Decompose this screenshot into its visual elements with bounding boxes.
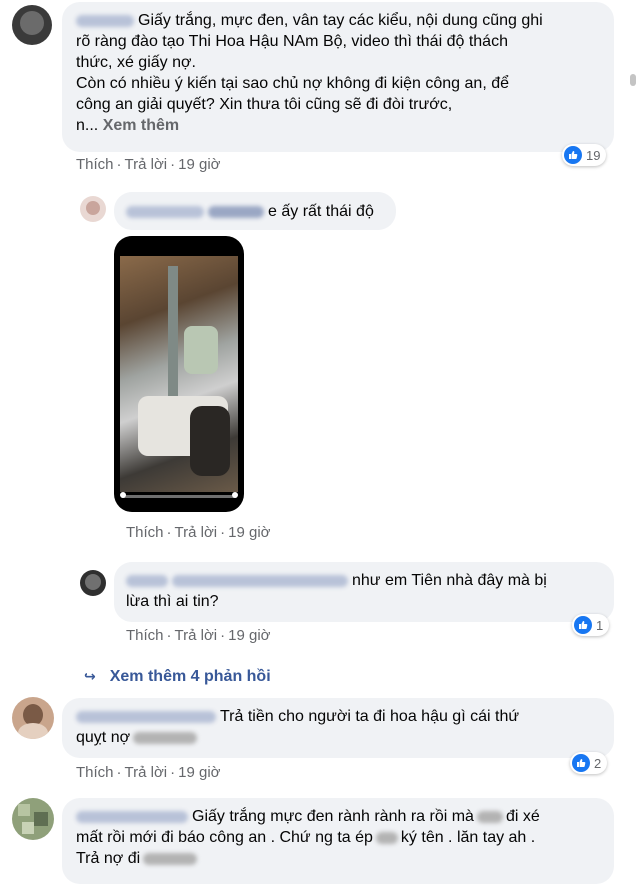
reply-button[interactable]: Trả lời [125, 156, 168, 173]
reply-bubble: như em Tiên nhà đây mà bị lừa thì ai tin… [114, 562, 614, 622]
like-icon [564, 146, 582, 164]
reply-line: như em Tiên nhà đây mà bị [352, 572, 547, 589]
comment-line: mất rồi mới đi báo công an . Chứ ng ta é… [76, 829, 373, 846]
comment-bubble: Giấy trắng mực đen rành rành ra rồi mà đi… [62, 798, 614, 884]
reply-arrow-icon: ↪ [84, 668, 96, 684]
comment-line: ký tên . lăn tay ah . [400, 829, 536, 846]
comment-line: Giấy trắng mực đen rành rành ra rồi mà [192, 808, 474, 825]
mentioned-name-redacted[interactable] [172, 574, 348, 587]
scrollbar[interactable] [630, 74, 636, 86]
fullscreen-icon[interactable] [232, 492, 238, 498]
reaction-count: 2 [594, 755, 602, 771]
video-attachment[interactable] [114, 236, 244, 512]
reply-button[interactable]: Trả lời [125, 764, 168, 781]
comment-line: đi xé [505, 808, 540, 825]
avatar[interactable] [12, 798, 54, 840]
redacted-text [476, 810, 503, 823]
reaction-count-badge[interactable]: 1 [572, 614, 610, 636]
comment-bubble: Trả tiền cho người ta đi hoa hậu gì cái … [62, 698, 614, 758]
video-progress-bar[interactable] [122, 495, 236, 498]
mentioned-name-redacted[interactable] [126, 205, 204, 218]
like-button[interactable]: Thích [126, 524, 164, 541]
avatar[interactable] [80, 196, 106, 222]
like-button[interactable]: Thích [76, 156, 114, 173]
comment-line: Trả tiền cho người ta đi hoa hậu gì cái … [220, 708, 520, 725]
comment-line: rõ ràng đào tạo Thi Hoa Hậu NAm Bộ, vide… [76, 33, 508, 50]
avatar[interactable] [80, 570, 106, 596]
author-name-redacted[interactable] [76, 14, 134, 27]
redacted-text [133, 731, 198, 744]
comment-line: Trả nợ đi [76, 850, 141, 867]
author-name-redacted[interactable] [76, 710, 216, 723]
view-more-replies-link[interactable]: ↪ Xem thêm 4 phản hồi [84, 668, 271, 686]
see-more-link[interactable]: Xem thêm [103, 117, 179, 134]
comment-line: công an giải quyết? Xin thưa tôi cũng sẽ… [76, 96, 453, 113]
avatar[interactable] [12, 697, 54, 739]
reply-actions: Thích · Trả lời · 19 giờ [126, 627, 271, 644]
comment-line: quỵt nợ [76, 729, 131, 746]
comment-actions: Thích · Trả lời · 19 giờ [76, 764, 221, 781]
reaction-count: 1 [596, 617, 604, 633]
comment-line: Còn có nhiều ý kiến tại sao chủ nợ không… [76, 75, 509, 92]
like-button[interactable]: Thích [126, 627, 164, 644]
reply-text: e ấy rất thái độ [268, 203, 374, 220]
comment-actions: Thích · Trả lời · 19 giờ [76, 156, 221, 173]
reaction-count: 19 [586, 147, 601, 163]
reply-line: lừa thì ai tin? [126, 593, 219, 610]
like-icon [572, 754, 590, 772]
redacted-text [375, 831, 398, 844]
timestamp[interactable]: 19 giờ [178, 764, 220, 781]
video-frame [120, 256, 238, 492]
comment-truncated-text: n... [76, 117, 99, 134]
redacted-text [143, 852, 198, 865]
reaction-count-badge[interactable]: 19 [562, 144, 607, 166]
author-name-redacted[interactable] [76, 810, 188, 823]
comment-line: thức, xé giấy nợ. [76, 54, 196, 71]
avatar[interactable] [12, 5, 52, 45]
timestamp[interactable]: 19 giờ [228, 627, 270, 644]
comment-line: Giấy trắng, mực đen, vân tay các kiểu, n… [138, 12, 543, 29]
view-more-replies-label: Xem thêm 4 phản hồi [109, 668, 271, 685]
reaction-count-badge[interactable]: 2 [570, 752, 608, 774]
like-icon [574, 616, 592, 634]
comment-bubble: Giấy trắng, mực đen, vân tay các kiểu, n… [62, 2, 614, 152]
timestamp[interactable]: 19 giờ [228, 524, 270, 541]
reply-actions: Thích · Trả lời · 19 giờ [126, 524, 271, 541]
reply-bubble: e ấy rất thái độ [114, 192, 396, 230]
author-name-redacted[interactable] [126, 574, 168, 587]
timestamp[interactable]: 19 giờ [178, 156, 220, 173]
reply-button[interactable]: Trả lời [175, 524, 218, 541]
reply-button[interactable]: Trả lời [175, 627, 218, 644]
pause-icon[interactable] [120, 492, 126, 498]
like-button[interactable]: Thích [76, 764, 114, 781]
author-name-redacted[interactable] [208, 205, 264, 218]
